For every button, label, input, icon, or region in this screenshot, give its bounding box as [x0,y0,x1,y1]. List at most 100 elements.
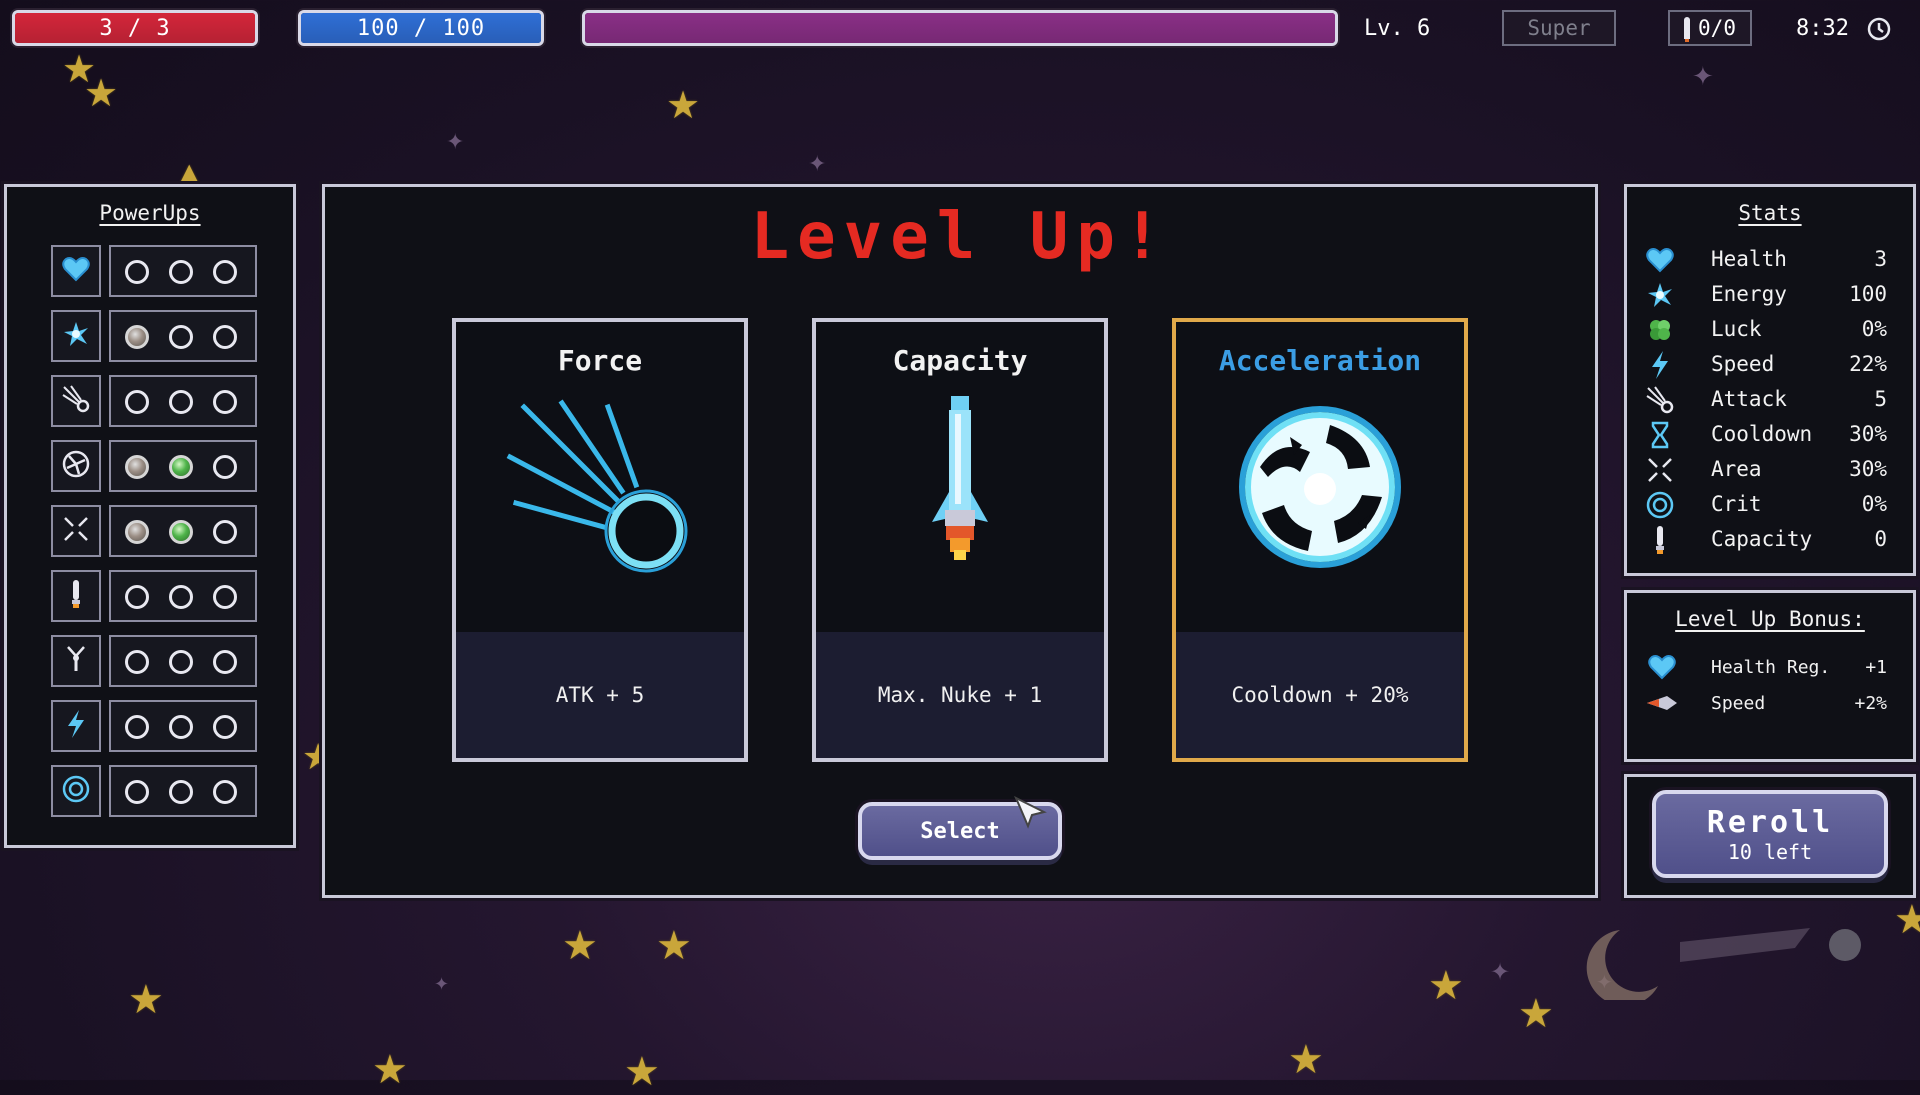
twinkle-decoration: ✦ [434,974,450,995]
powerup-slot-green [169,520,193,544]
reroll-remaining: 10 left [1727,839,1813,864]
card-title: Capacity [892,344,1028,377]
powerup-slots [109,440,257,492]
stat-row: Cooldown 30% [1627,418,1913,452]
stat-value: 0% [1861,492,1887,516]
powerup-slot-empty [213,650,237,674]
powerup-slots [109,375,257,427]
powerup-row [51,440,259,494]
stat-name: Attack [1711,387,1787,411]
heart-icon [1645,245,1675,275]
stat-row: Luck 0% [1627,313,1913,347]
powerup-slots [109,570,257,622]
upgrade-card-capacity[interactable]: Capacity Max. Nuke + 1 [812,318,1108,762]
powerup-slot-empty [169,650,193,674]
heart-icon [1645,653,1679,681]
star-decoration: ★ [1894,897,1920,943]
bonus-value: +2% [1854,693,1887,714]
comet-icon [1645,385,1675,415]
bonus-row: Speed +2% [1627,689,1913,719]
stat-row: Energy 100 [1627,278,1913,312]
energy-bar-label: 100 / 100 [356,15,486,41]
bonus-row: Health Reg. +1 [1627,653,1913,683]
powerup-slot-empty [125,390,149,414]
twinkle-decoration: ✦ [808,152,827,177]
powerup-row [51,310,259,364]
powerup-slot-gray [125,325,149,349]
stat-row: Capacity 0 [1627,523,1913,557]
upgrade-card-acceleration[interactable]: Acceleration Cooldown + 20% [1172,318,1468,762]
powerup-slot-empty [125,715,149,739]
lightning-icon [1645,350,1675,380]
powerup-slot-empty [125,780,149,804]
mouse-cursor-icon [1014,796,1047,829]
stat-value: 3 [1874,247,1887,271]
clock-icon [1867,17,1891,41]
energy-burst-icon [62,320,90,352]
twinkle-decoration: ✦ [1490,958,1511,986]
bonus-value: +1 [1865,657,1887,678]
vortex-icon [1239,406,1401,568]
stat-value: 100 [1849,282,1887,306]
star-decoration: ★ [1428,963,1464,1009]
powerup-slot-empty [125,650,149,674]
upgrade-card-force[interactable]: Force ATK + 5 [452,318,748,762]
enemy-ship-silhouette [1586,928,1861,1000]
stat-name: Crit [1711,492,1762,516]
bonus-name: Health Reg. [1711,657,1831,678]
powerup-row [51,375,259,429]
powerup-slot-empty [213,780,237,804]
bonus-name: Speed [1711,693,1766,714]
powerup-slot-empty [213,455,237,479]
star-decoration: ★ [656,923,692,969]
powerup-slot-empty [169,780,193,804]
reroll-button[interactable]: Reroll 10 left [1652,790,1888,878]
comet-icon [61,384,91,418]
powerup-slots [109,765,257,817]
stats-panel: Stats Health 3 Energy 100 Luck 0% Speed 22% Atta… [1624,184,1916,576]
powerup-slot-empty [213,520,237,544]
stats-title: Stats [1738,201,1802,225]
super-label: Super [1527,16,1591,40]
levelup-title: Level Up! [750,200,1170,274]
nuke-icon [1645,525,1675,555]
stat-row: Area 30% [1627,453,1913,487]
ship-icon [1645,689,1679,717]
bonus-panel: Level Up Bonus: Health Reg. +1 Speed +2% [1624,590,1916,762]
rocket-icon [932,396,988,560]
powerups-title: PowerUps [99,201,201,225]
powerup-slot-gray [125,455,149,479]
powerup-slots [109,700,257,752]
timer-display: 8:32 [1796,15,1849,41]
powerup-icon-box [51,375,101,427]
stat-name: Speed [1711,352,1775,376]
area-arrows-icon [62,515,90,547]
stat-value: 30% [1849,457,1887,481]
level-indicator: Lv. 6 [1364,15,1431,41]
energy-bar: 100 / 100 [298,10,544,46]
powerup-row [51,570,259,624]
star-decoration: ★ [666,83,701,127]
star-decoration: ★ [624,1049,660,1095]
powerup-slot-empty [169,325,193,349]
powerups-panel: PowerUps [4,184,296,848]
stat-name: Energy [1711,282,1787,306]
card-title: Acceleration [1218,344,1422,377]
stat-value: 5 [1874,387,1887,411]
powerup-slot-empty [125,585,149,609]
powerup-slot-empty [213,325,237,349]
energy-burst-icon [1645,280,1675,310]
powerup-slot-empty [169,390,193,414]
xp-bar [582,10,1338,46]
magnet-icon [63,644,89,678]
powerup-slot-empty [213,715,237,739]
powerup-slot-empty [169,585,193,609]
powerup-row [51,635,259,689]
twinkle-decoration: ✦ [446,130,465,155]
star-decoration: ★ [128,977,164,1023]
stat-value: 0% [1861,317,1887,341]
heart-icon [62,256,90,286]
stat-row: Speed 22% [1627,348,1913,382]
powerup-slot-empty [213,585,237,609]
powerup-icon-box [51,635,101,687]
